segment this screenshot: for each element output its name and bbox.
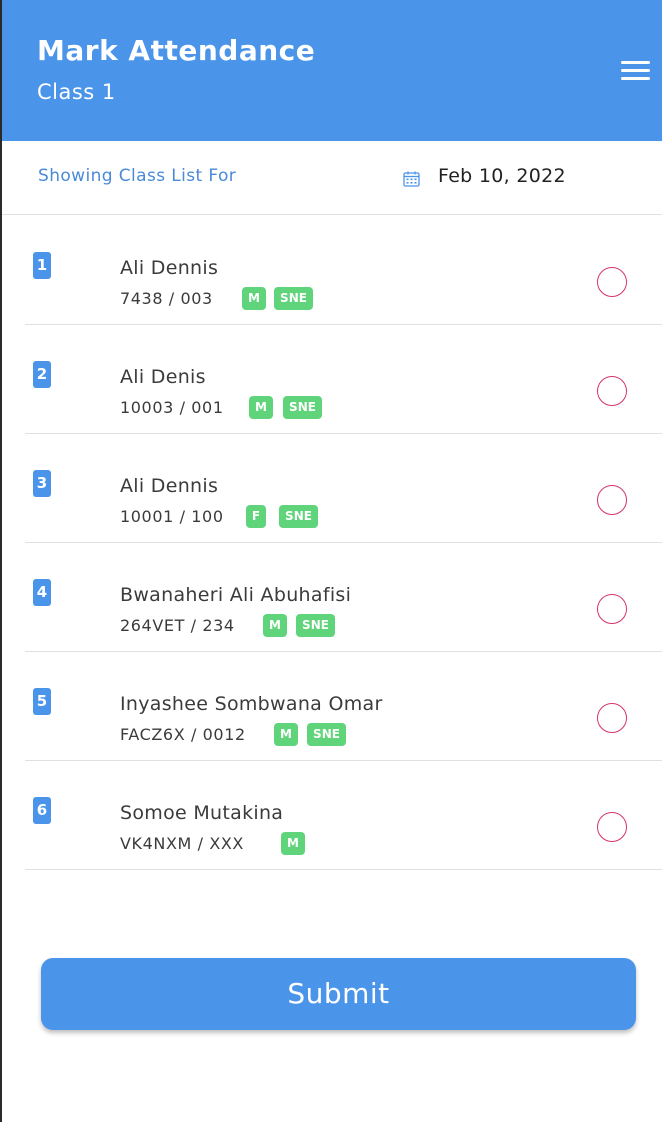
attendance-radio[interactable]: [597, 594, 627, 624]
gender-badge: M: [281, 832, 305, 855]
selected-date[interactable]: Feb 10, 2022: [438, 165, 566, 187]
row-number-badge: 1: [33, 252, 51, 279]
student-row: 5 Inyashee Sombwana Omar FACZ6X / 0012 M…: [25, 652, 662, 761]
gender-badge: M: [274, 723, 298, 746]
gender-badge: M: [242, 287, 266, 310]
student-code: 7438 / 003: [120, 289, 213, 308]
window-edge: [0, 0, 2, 1122]
gender-badge: M: [249, 396, 273, 419]
student-row: 2 Ali Denis 10003 / 001 M SNE: [25, 325, 662, 434]
student-name: Ali Denis: [120, 366, 206, 388]
row-number-badge: 2: [33, 361, 51, 388]
row-number-badge: 3: [33, 470, 51, 497]
student-name: Inyashee Sombwana Omar: [120, 693, 383, 715]
gender-badge: M: [263, 614, 287, 637]
student-row: 3 Ali Dennis 10001 / 100 F SNE: [25, 434, 662, 543]
sne-badge: SNE: [307, 723, 346, 746]
attendance-radio[interactable]: [597, 485, 627, 515]
student-code: 10003 / 001: [120, 398, 224, 417]
attendance-radio[interactable]: [597, 703, 627, 733]
submit-button[interactable]: Submit: [41, 958, 636, 1030]
student-name: Bwanaheri Ali Abuhafisi: [120, 584, 352, 606]
gender-badge: F: [246, 505, 266, 528]
hamburger-menu-icon[interactable]: [618, 58, 652, 84]
attendance-radio[interactable]: [597, 376, 627, 406]
calendar-icon[interactable]: [403, 171, 420, 187]
sne-badge: SNE: [279, 505, 318, 528]
student-code: VK4NXM / XXX: [120, 834, 244, 853]
row-number-badge: 4: [33, 579, 51, 606]
student-code: 264VET / 234: [120, 616, 235, 635]
app-header: Mark Attendance Class 1: [0, 0, 662, 141]
student-name: Ali Dennis: [120, 475, 219, 497]
showing-class-list-label: Showing Class List For: [38, 166, 237, 186]
student-name: Ali Dennis: [120, 257, 219, 279]
row-number-badge: 5: [33, 688, 51, 715]
student-code: FACZ6X / 0012: [120, 725, 246, 744]
student-code: 10001 / 100: [120, 507, 224, 526]
page-title: Mark Attendance: [37, 34, 316, 67]
attendance-radio[interactable]: [597, 267, 627, 297]
menu-line: [621, 77, 650, 80]
row-number-badge: 6: [33, 797, 51, 824]
sne-badge: SNE: [283, 396, 322, 419]
sne-badge: SNE: [296, 614, 335, 637]
student-row: 6 Somoe Mutakina VK4NXM / XXX M: [25, 761, 662, 870]
student-list: 1 Ali Dennis 7438 / 003 M SNE 2 Ali Deni…: [25, 216, 662, 870]
student-name: Somoe Mutakina: [120, 802, 284, 824]
sne-badge: SNE: [274, 287, 313, 310]
menu-line: [621, 69, 650, 72]
class-subtitle: Class 1: [37, 80, 116, 104]
attendance-radio[interactable]: [597, 812, 627, 842]
date-selector-bar: Showing Class List For Feb 10, 2022: [0, 141, 662, 215]
student-row: 1 Ali Dennis 7438 / 003 M SNE: [25, 216, 662, 325]
student-row: 4 Bwanaheri Ali Abuhafisi 264VET / 234 M…: [25, 543, 662, 652]
menu-line: [621, 61, 650, 64]
